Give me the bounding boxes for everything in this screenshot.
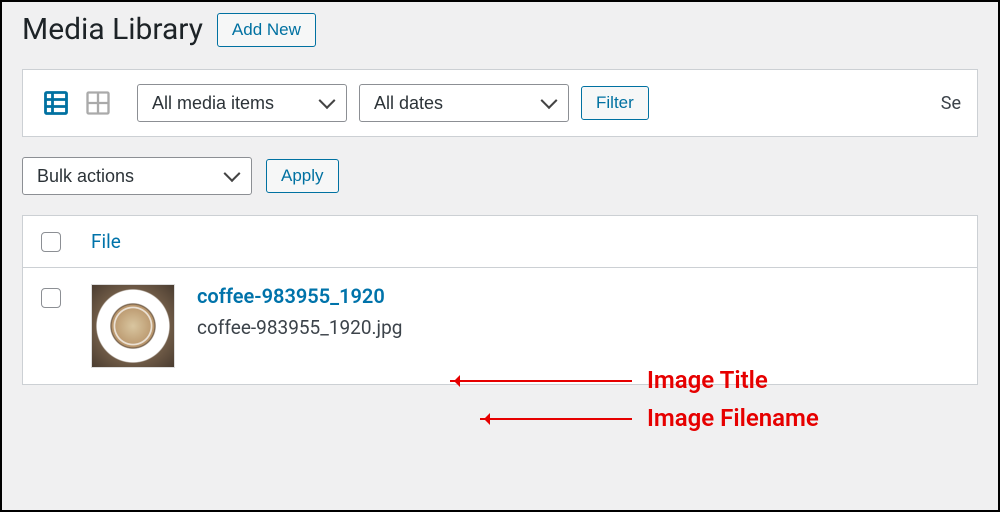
annotation-filename: Image Filename (647, 404, 819, 432)
page-title: Media Library (22, 12, 203, 47)
row-checkbox[interactable] (41, 288, 61, 308)
bulk-actions-select[interactable]: Bulk actions (22, 157, 252, 195)
table-row: coffee-983955_1920 coffee-983955_1920.jp… (23, 268, 977, 384)
search-label-cut: Se (941, 93, 961, 114)
add-new-button[interactable]: Add New (217, 13, 316, 47)
annotation-arrow-icon (480, 418, 632, 420)
media-toolbar: All media items All dates Filter Se (22, 69, 978, 137)
column-header-file[interactable]: File (91, 230, 121, 253)
table-header: File (23, 216, 977, 268)
media-title-link[interactable]: coffee-983955_1920 (197, 284, 385, 308)
media-thumbnail[interactable] (91, 284, 175, 368)
date-filter[interactable]: All dates (359, 84, 569, 122)
media-filename: coffee-983955_1920.jpg (197, 316, 402, 339)
select-all-checkbox[interactable] (41, 232, 61, 252)
media-table: File coffee-983955_1920 coffee-983955_19… (22, 215, 978, 385)
list-view-button[interactable] (39, 86, 73, 120)
media-type-filter[interactable]: All media items (137, 84, 347, 122)
filter-button[interactable]: Filter (581, 86, 649, 120)
apply-button[interactable]: Apply (266, 159, 339, 193)
grid-view-button[interactable] (81, 86, 115, 120)
